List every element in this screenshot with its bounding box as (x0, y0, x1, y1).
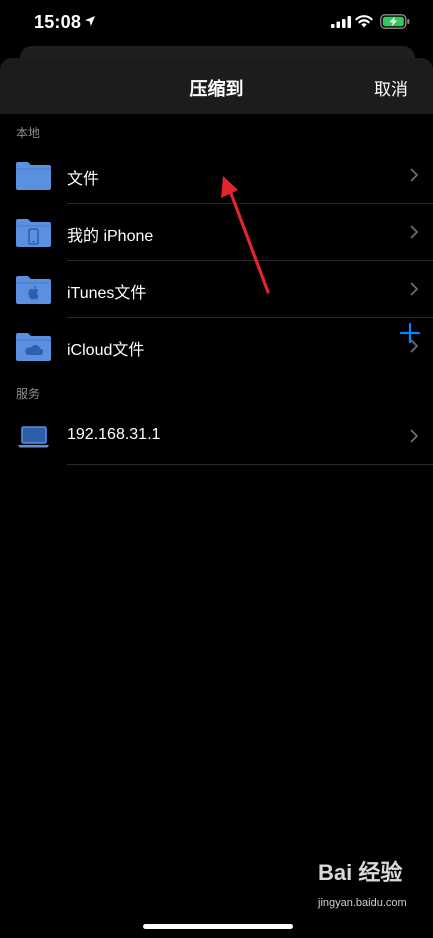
location-label: 我的 iPhone (67, 228, 154, 245)
cancel-button[interactable]: 取消 (374, 75, 408, 100)
location-label: iCloud文件 (67, 342, 145, 359)
laptop-icon (18, 426, 49, 448)
location-label: iTunes文件 (67, 285, 147, 302)
chevron-right-icon (410, 429, 418, 443)
chevron-right-icon (410, 282, 418, 296)
folder-icon (16, 162, 51, 190)
section-header-local: 本地 (16, 126, 41, 140)
iphone-folder-icon (16, 219, 51, 247)
location-row-itunes-files[interactable]: iTunes文件 (0, 261, 433, 318)
sheet-title: 压缩到 (189, 79, 244, 99)
apple-folder-icon (16, 276, 51, 304)
status-time: 15:08 (34, 12, 82, 32)
battery-charging-icon (380, 14, 410, 29)
chevron-right-icon (410, 225, 418, 239)
watermark-logo: Bai 经验 (318, 860, 403, 885)
location-row-my-iphone[interactable]: 我的 iPhone (0, 204, 433, 261)
service-row-192-168-31-1[interactable]: 192.168.31.1 (0, 408, 433, 465)
location-row-files[interactable]: 文件 (0, 147, 433, 204)
chevron-right-icon (410, 168, 418, 182)
location-arrow-icon (85, 16, 95, 26)
cellular-signal-icon (331, 16, 351, 28)
home-indicator[interactable] (143, 924, 293, 929)
wifi-icon (355, 15, 373, 28)
baidu-jingyan-watermark: Bai 经验 jingyan.baidu.com (318, 855, 413, 915)
nav-bar: 压缩到 取消 (0, 58, 433, 114)
location-label: 文件 (67, 171, 100, 188)
section-header-services: 服务 (16, 387, 41, 401)
watermark-url: jingyan.baidu.com (318, 897, 407, 909)
cloud-folder-icon (16, 333, 51, 361)
status-bar: 15:08 (0, 0, 433, 46)
service-label: 192.168.31.1 (67, 426, 161, 443)
add-service-plus-icon[interactable] (399, 322, 421, 344)
row-divider (67, 464, 433, 465)
location-row-icloud-files[interactable]: iCloud文件 (0, 318, 433, 375)
